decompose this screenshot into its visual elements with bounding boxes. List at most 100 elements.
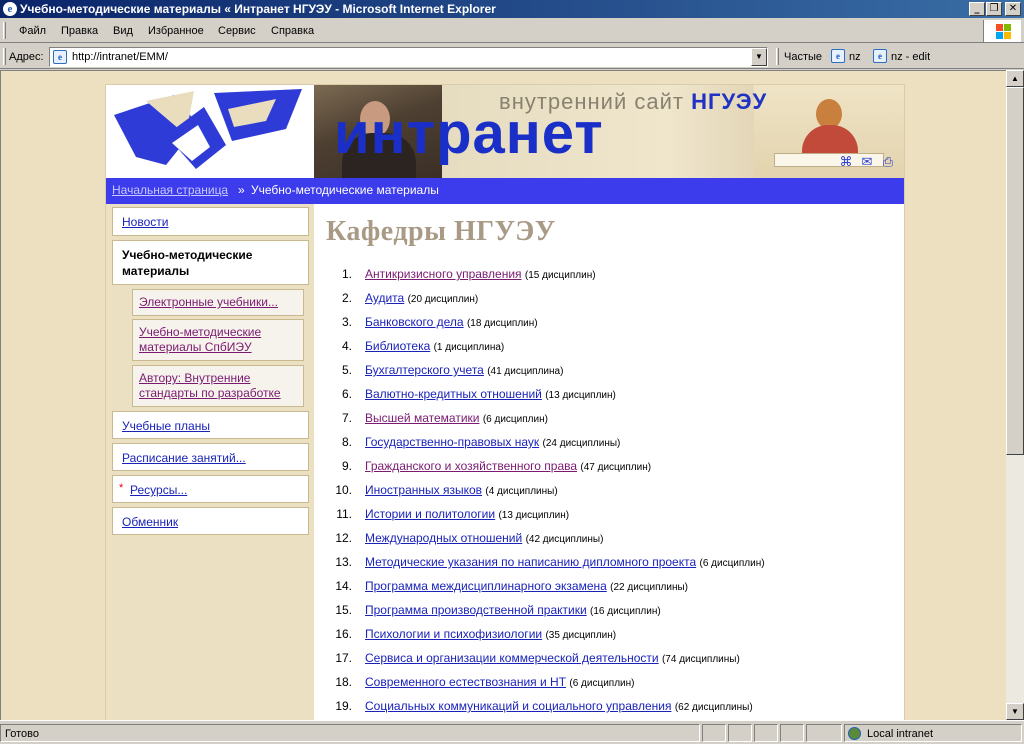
- banner-photo: внутренний сайт НГУЭУ интранет ⌘ ✉ ⎙: [314, 85, 904, 178]
- sitemap-icon[interactable]: ⌘: [838, 155, 854, 169]
- windows-logo-icon: [983, 20, 1021, 42]
- department-link[interactable]: Банковского дела: [365, 315, 464, 329]
- department-count: (6 дисциплин): [569, 678, 635, 689]
- toolbar-grip[interactable]: [3, 48, 6, 65]
- department-link[interactable]: Высшей математики: [365, 411, 479, 425]
- department-link[interactable]: Государственно-правовых наук: [365, 435, 539, 449]
- menu-bar: Файл Правка Вид Избранное Сервис Справка: [0, 19, 1024, 43]
- sidebar-link-schedule[interactable]: Расписание занятий...: [122, 451, 246, 465]
- department-number: 1.: [341, 267, 352, 281]
- sidebar-link-author-standards[interactable]: Автору: Внутренние стандарты по разработ…: [139, 371, 299, 401]
- sidebar-item-exchange: Обменник: [112, 507, 309, 535]
- department-link[interactable]: Международных отношений: [365, 531, 522, 545]
- department-link[interactable]: Программа производственной практики: [365, 603, 587, 617]
- sidebar-item-resources: * Ресурсы...: [112, 475, 309, 503]
- breadcrumb-current: Учебно-методические материалы: [251, 183, 439, 197]
- menu-tools[interactable]: Сервис: [218, 25, 256, 37]
- department-number: 19.: [335, 699, 352, 713]
- menu-edit[interactable]: Правка: [61, 25, 98, 37]
- sidebar-subitem-spbieu: Учебно-методические материалы СпбИЭУ: [132, 319, 304, 361]
- sidebar-subitem-ebooks: Электронные учебники...: [132, 289, 304, 316]
- maximize-button[interactable]: ❐: [986, 2, 1002, 16]
- scroll-thumb[interactable]: [1006, 87, 1024, 455]
- scroll-down-button[interactable]: ▼: [1006, 703, 1024, 720]
- department-entry: Валютно-кредитных отношений (13 дисципли…: [365, 387, 616, 401]
- department-number: 6.: [341, 387, 352, 401]
- department-count: (4 дисциплины): [485, 486, 558, 497]
- vertical-scrollbar[interactable]: ▲ ▼: [1006, 70, 1024, 720]
- department-link[interactable]: Бухгалтерского учета: [365, 363, 484, 377]
- status-panel: [780, 724, 804, 742]
- department-entry: Библиотека (1 дисциплина): [365, 339, 504, 353]
- scroll-up-button[interactable]: ▲: [1006, 70, 1024, 87]
- page-heading: Кафедры НГУЭУ: [326, 216, 556, 247]
- department-entry: Аудита (20 дисциплин): [365, 291, 478, 305]
- department-link[interactable]: Гражданского и хозяйственного права: [365, 459, 577, 473]
- department-link[interactable]: Программа междисциплинарного экзамена: [365, 579, 607, 593]
- sidebar-link-ebooks[interactable]: Электронные учебники...: [139, 295, 278, 310]
- department-link[interactable]: Аудита: [365, 291, 404, 305]
- department-count: (16 дисциплин): [590, 606, 661, 617]
- menu-file[interactable]: Файл: [19, 25, 46, 37]
- department-link[interactable]: Истории и политологии: [365, 507, 495, 521]
- department-number: 13.: [335, 555, 352, 569]
- site-logo[interactable]: [106, 85, 314, 178]
- department-link[interactable]: Иностранных языков: [365, 483, 482, 497]
- sidebar-item-news: Новости: [112, 207, 309, 236]
- department-entry: Социальных коммуникаций и социального уп…: [365, 699, 753, 713]
- department-entry: Методические указания по написанию дипло…: [365, 555, 765, 569]
- address-dropdown-button[interactable]: ▼: [751, 48, 767, 66]
- status-zone: Local intranet: [867, 728, 934, 740]
- department-entry: Программа междисциплинарного экзамена (2…: [365, 579, 688, 593]
- address-field[interactable]: e http://intranet/EMM/ ▼: [49, 47, 768, 67]
- department-entry: Гражданского и хозяйственного права (47 …: [365, 459, 651, 473]
- status-panel-main: Готово: [0, 724, 700, 742]
- department-number: 17.: [335, 651, 352, 665]
- links-label[interactable]: Частые: [784, 51, 822, 63]
- department-link[interactable]: Современного естествознания и НТ: [365, 675, 566, 689]
- department-count: (42 дисциплины): [525, 534, 604, 545]
- link-nz-edit[interactable]: nz - edit: [891, 51, 930, 63]
- department-entry: Банковского дела (18 дисциплин): [365, 315, 538, 329]
- sidebar: Новости Учебно-методические материалы Эл…: [106, 204, 314, 720]
- sidebar-link-news[interactable]: Новости: [122, 215, 168, 229]
- status-panel: [728, 724, 752, 742]
- minimize-button[interactable]: _: [969, 2, 985, 16]
- department-number: 8.: [341, 435, 352, 449]
- toolbar-grip[interactable]: [3, 22, 6, 39]
- close-button[interactable]: ✕: [1005, 2, 1021, 16]
- address-url[interactable]: http://intranet/EMM/: [72, 51, 168, 63]
- department-count: (41 дисциплина): [487, 366, 564, 377]
- menu-help[interactable]: Справка: [271, 25, 314, 37]
- department-number: 14.: [335, 579, 352, 593]
- status-panel: [806, 724, 842, 742]
- department-count: (6 дисциплин): [699, 558, 765, 569]
- department-number: 7.: [341, 411, 352, 425]
- print-icon[interactable]: ⎙: [880, 155, 896, 169]
- sidebar-link-exchange[interactable]: Обменник: [122, 515, 178, 529]
- ie-icon[interactable]: e: [3, 2, 17, 16]
- mail-icon[interactable]: ✉: [859, 155, 875, 169]
- department-link[interactable]: Социальных коммуникаций и социального уп…: [365, 699, 671, 713]
- sidebar-link-spbieu[interactable]: Учебно-методические материалы СпбИЭУ: [139, 325, 289, 355]
- breadcrumb-separator: »: [238, 183, 245, 197]
- link-nz[interactable]: nz: [849, 51, 861, 63]
- browser-viewport: внутренний сайт НГУЭУ интранет ⌘ ✉ ⎙ Нач…: [0, 70, 1006, 720]
- links-grip[interactable]: [776, 48, 779, 65]
- address-bar: Адрес: e http://intranet/EMM/ ▼ Частые e…: [0, 44, 1024, 69]
- department-link[interactable]: Методические указания по написанию дипло…: [365, 555, 696, 569]
- menu-favorites[interactable]: Избранное: [148, 25, 204, 37]
- department-link[interactable]: Психологии и психофизиологии: [365, 627, 542, 641]
- department-link[interactable]: Сервиса и организации коммерческой деяте…: [365, 651, 659, 665]
- sidebar-link-plans[interactable]: Учебные планы: [122, 419, 210, 433]
- department-link[interactable]: Антикризисного управления: [365, 267, 522, 281]
- department-link[interactable]: Библиотека: [365, 339, 430, 353]
- link-page-icon: e: [831, 49, 845, 63]
- status-text: Готово: [5, 728, 39, 740]
- breadcrumb-home-link[interactable]: Начальная страница: [112, 183, 228, 197]
- sidebar-link-resources[interactable]: Ресурсы...: [130, 483, 187, 497]
- department-entry: Международных отношений (42 дисциплины): [365, 531, 603, 545]
- department-count: (74 дисциплины): [661, 654, 740, 665]
- department-link[interactable]: Валютно-кредитных отношений: [365, 387, 542, 401]
- menu-view[interactable]: Вид: [113, 25, 133, 37]
